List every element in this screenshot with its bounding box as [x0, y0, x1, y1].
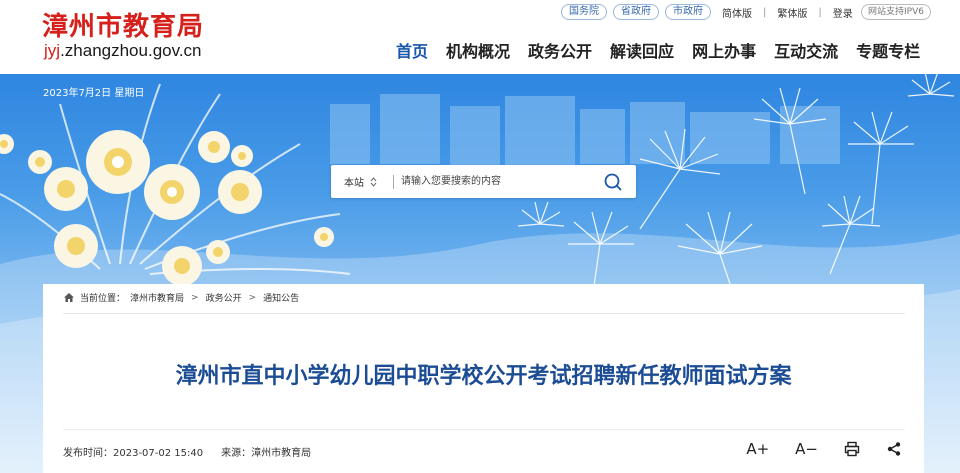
search-icon[interactable]	[603, 172, 623, 192]
breadcrumb-item-bureau[interactable]: 漳州市教育局	[130, 291, 184, 304]
publish-label: 发布时间：	[63, 448, 113, 459]
nav-interpretation[interactable]: 解读回应	[610, 38, 674, 62]
utility-bar: 简体版 | 繁体版 | 登录	[722, 5, 853, 20]
ipv6-badge: 网站支持IPV6	[861, 4, 931, 20]
breadcrumb: 当前位置： 漳州市教育局 > 政务公开 > 通知公告	[63, 291, 299, 304]
breadcrumb-prefix: 当前位置：	[80, 294, 126, 304]
search-box: 本站	[331, 165, 636, 198]
site-logo-title[interactable]: 漳州市教育局	[42, 6, 204, 43]
domain-rest: .zhangzhou.gov.cn	[60, 41, 202, 60]
link-city-gov[interactable]: 市政府	[665, 4, 711, 20]
article-meta: 发布时间：2023-07-02 15:40 来源：漳州市教育局	[63, 444, 311, 459]
nav-gov-affairs[interactable]: 政务公开	[528, 38, 592, 62]
nav-organization[interactable]: 机构概况	[446, 38, 510, 62]
domain-prefix: jyj	[44, 41, 61, 60]
article-card: 当前位置： 漳州市教育局 > 政务公开 > 通知公告 漳州市直中小学幼儿园中职学…	[43, 284, 924, 473]
divider	[63, 429, 905, 430]
traditional-link[interactable]: 繁体版	[777, 5, 807, 20]
source-label: 来源：	[221, 448, 252, 459]
breadcrumb-item-notices[interactable]: 通知公告	[263, 291, 299, 304]
font-decrease-button[interactable]: A−	[795, 438, 818, 460]
divider: |	[818, 7, 822, 18]
divider	[63, 313, 905, 314]
share-icon[interactable]	[886, 438, 902, 460]
divider: |	[763, 7, 767, 18]
government-links: 国务院 省政府 市政府	[561, 4, 711, 20]
breadcrumb-separator: >	[191, 292, 199, 303]
updown-arrow-icon	[370, 176, 377, 187]
main-nav: 首页 机构概况 政务公开 解读回应 网上办事 互动交流 专题专栏	[396, 38, 920, 62]
nav-interaction[interactable]: 互动交流	[774, 38, 838, 62]
site-header: 漳州市教育局 jyj.zhangzhou.gov.cn 国务院 省政府 市政府 …	[0, 0, 960, 74]
login-link[interactable]: 登录	[833, 5, 853, 20]
nav-home[interactable]: 首页	[396, 38, 428, 62]
nav-online-service[interactable]: 网上办事	[692, 38, 756, 62]
current-date: 2023年7月2日 星期日	[43, 88, 145, 99]
site-domain: jyj.zhangzhou.gov.cn	[44, 41, 202, 61]
breadcrumb-separator: >	[248, 292, 257, 303]
home-icon	[64, 293, 74, 302]
font-increase-button[interactable]: A+	[746, 438, 769, 460]
link-state-council[interactable]: 国务院	[561, 4, 607, 20]
source: 来源：漳州市教育局	[221, 444, 311, 459]
search-scope-select[interactable]: 本站	[331, 174, 393, 189]
breadcrumb-item-gov-affairs[interactable]: 政务公开	[206, 291, 242, 304]
article-tools: A+ A−	[746, 438, 902, 460]
print-icon[interactable]	[844, 438, 860, 460]
nav-special-topics[interactable]: 专题专栏	[856, 38, 920, 62]
source-value: 漳州市教育局	[251, 448, 312, 459]
link-province-gov[interactable]: 省政府	[613, 4, 659, 20]
search-scope-label: 本站	[344, 178, 364, 189]
article-title: 漳州市直中小学幼儿园中职学校公开考试招聘新任教师面试方案	[175, 364, 792, 389]
publish-time-value: 2023-07-02 15:40	[113, 448, 204, 459]
publish-time: 发布时间：2023-07-02 15:40	[63, 444, 203, 459]
search-input[interactable]	[394, 171, 594, 192]
simplified-link[interactable]: 简体版	[722, 5, 752, 20]
